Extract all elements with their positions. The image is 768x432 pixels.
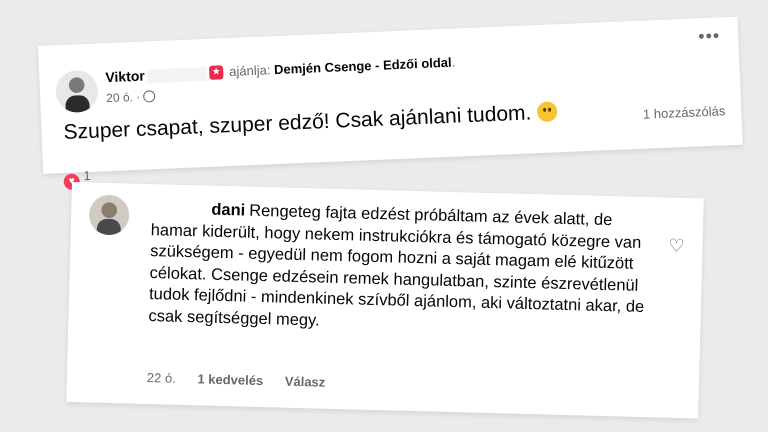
comment-card: dani Rengeteg fajta edzést próbáltam az é… xyxy=(66,182,704,419)
page-name-link[interactable]: Demjén Csenge - Edzői oldal xyxy=(274,55,452,77)
post-author-name[interactable]: Viktor xyxy=(105,68,145,86)
recommend-label: ajánlja: xyxy=(228,62,271,80)
post-text: Szuper csapat, szuper edző! Csak ajánlan… xyxy=(63,101,532,144)
comments-count-link[interactable]: 1 hozzászólás xyxy=(643,103,726,121)
comment-text: Rengeteg fajta edzést próbáltam az évek … xyxy=(148,201,645,330)
post-time-text[interactable]: 20 ó. · xyxy=(106,90,141,105)
commenter-avatar[interactable] xyxy=(88,194,130,236)
comment-time[interactable]: 22 ó. xyxy=(147,370,176,386)
comment-author-name[interactable]: dani xyxy=(211,201,245,220)
page-suffix: . xyxy=(451,54,456,70)
recommend-icon: ★ xyxy=(208,65,224,80)
globe-icon xyxy=(142,90,156,103)
post-time[interactable]: 20 ó. · xyxy=(106,89,156,105)
post-body: Szuper csapat, szuper edző! Csak ajánlan… xyxy=(63,100,558,145)
reply-button[interactable]: Válasz xyxy=(285,374,326,390)
author-avatar[interactable] xyxy=(55,69,99,114)
like-heart-outline-icon[interactable]: ♡ xyxy=(668,236,685,257)
more-options-icon[interactable]: ••• xyxy=(698,25,721,47)
reaction-count: 1 xyxy=(83,167,92,184)
recommendation-post-card: Viktor ★ ajánlja: Demjén Csenge - Edzői … xyxy=(38,16,743,191)
smiley-emoji-icon xyxy=(536,101,558,123)
comment-actions: 22 ó. 1 kedvelés Válasz xyxy=(147,370,344,390)
comment-likes[interactable]: 1 kedvelés xyxy=(197,371,263,388)
comment-body: dani Rengeteg fajta edzést próbáltam az é… xyxy=(148,198,651,340)
redacted-name-area xyxy=(147,66,208,84)
recommendation-line: ajánlja: Demjén Csenge - Edzői oldal. xyxy=(229,55,456,79)
